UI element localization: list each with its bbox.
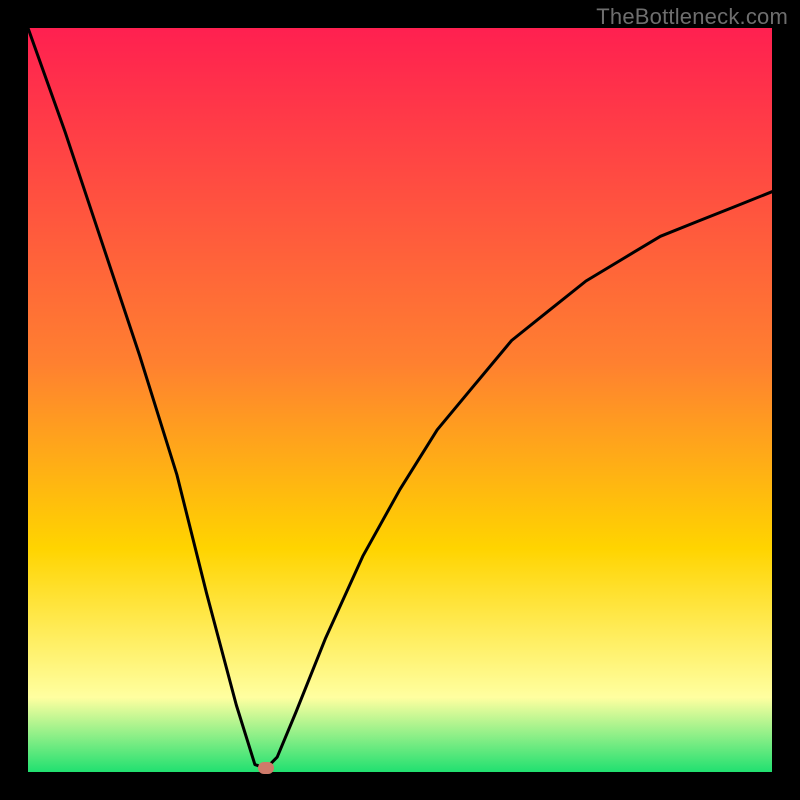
optimal-point-marker bbox=[258, 762, 274, 774]
gradient-background bbox=[28, 28, 772, 772]
chart-frame: TheBottleneck.com bbox=[0, 0, 800, 800]
bottleneck-chart bbox=[28, 28, 772, 772]
watermark-text: TheBottleneck.com bbox=[596, 4, 788, 30]
